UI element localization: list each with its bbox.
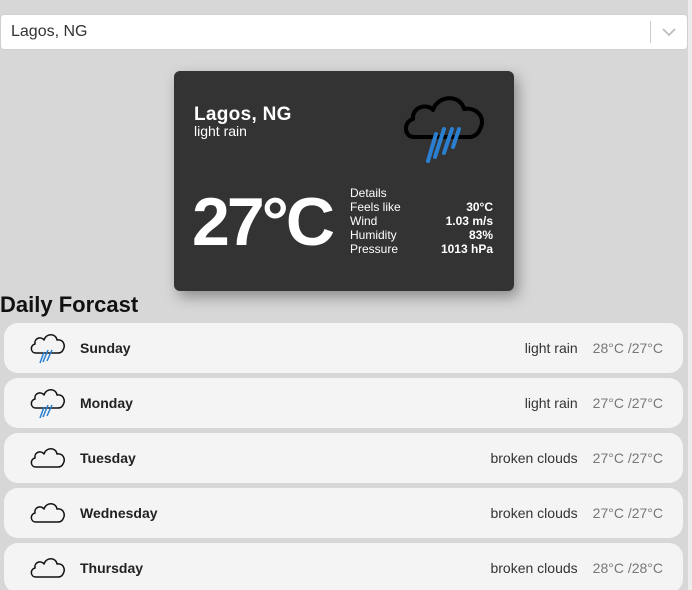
forecast-day-name: Monday — [80, 395, 133, 411]
forecast-condition: broken clouds — [490, 505, 578, 521]
current-description: light rain — [194, 123, 247, 139]
forecast-day-name: Sunday — [80, 340, 131, 356]
forecast-day-name: Tuesday — [80, 450, 136, 466]
rain-cloud-icon — [26, 328, 70, 368]
detail-value: 1.03 m/s — [445, 214, 493, 228]
forecast-day-name: Wednesday — [80, 505, 158, 521]
chevron-down-icon[interactable] — [651, 15, 687, 49]
detail-row-wind: Wind 1.03 m/s — [350, 214, 493, 228]
detail-value: 30°C — [466, 200, 493, 214]
cloud-icon — [26, 438, 70, 478]
rain-cloud-icon — [26, 383, 70, 423]
forecast-title: Daily Forcast — [0, 292, 139, 317]
details-panel: Details Feels like 30°C Wind 1.03 m/s Hu… — [350, 186, 493, 256]
detail-label: Pressure — [350, 242, 399, 256]
details-title: Details — [350, 186, 387, 200]
weather-app: Lagos, NG Lagos, NG light rain 27°C Deta… — [0, 0, 692, 590]
forecast-temp-range: 27°C /27°C — [592, 505, 663, 521]
forecast-condition: light rain — [524, 395, 578, 411]
forecast-temp-range: 27°C /27°C — [592, 450, 663, 466]
forecast-day-name: Thursday — [80, 560, 144, 576]
cloud-icon — [26, 493, 70, 533]
detail-row-humidity: Humidity 83% — [350, 228, 493, 242]
forecast-temp-range: 28°C /28°C — [592, 560, 663, 576]
forecast-day-row[interactable]: Tuesday broken clouds 27°C /27°C — [4, 433, 683, 483]
detail-row-feels-like: Feels like 30°C — [350, 200, 493, 214]
details-title-row: Details — [350, 186, 493, 200]
forecast-day-row[interactable]: Thursday broken clouds 28°C /28°C — [4, 543, 683, 590]
forecast-condition: broken clouds — [490, 450, 578, 466]
city-search-select[interactable]: Lagos, NG — [0, 14, 688, 50]
forecast-condition: broken clouds — [490, 560, 578, 576]
current-weather-card: Lagos, NG light rain 27°C Details Feels … — [174, 71, 514, 291]
detail-label: Feels like — [350, 200, 401, 214]
rain-cloud-icon — [400, 79, 490, 169]
forecast-day-row[interactable]: Monday light rain 27°C /27°C — [4, 378, 683, 428]
detail-label: Humidity — [350, 228, 397, 242]
detail-value: 83% — [468, 228, 493, 242]
forecast-temp-range: 27°C /27°C — [592, 395, 663, 411]
forecast-temp-range: 28°C /27°C — [592, 340, 663, 356]
forecast-day-row[interactable]: Sunday light rain 28°C /27°C — [4, 323, 683, 373]
detail-row-pressure: Pressure 1013 hPa — [350, 242, 493, 256]
scrollbar[interactable] — [688, 0, 692, 590]
forecast-condition: light rain — [524, 340, 578, 356]
detail-value: 1013 hPa — [440, 242, 493, 256]
current-temperature: 27°C — [192, 184, 335, 260]
cloud-icon — [26, 548, 70, 588]
forecast-day-row[interactable]: Wednesday broken clouds 27°C /27°C — [4, 488, 683, 538]
city-select-value[interactable]: Lagos, NG — [1, 23, 650, 41]
detail-label: Wind — [350, 214, 378, 228]
